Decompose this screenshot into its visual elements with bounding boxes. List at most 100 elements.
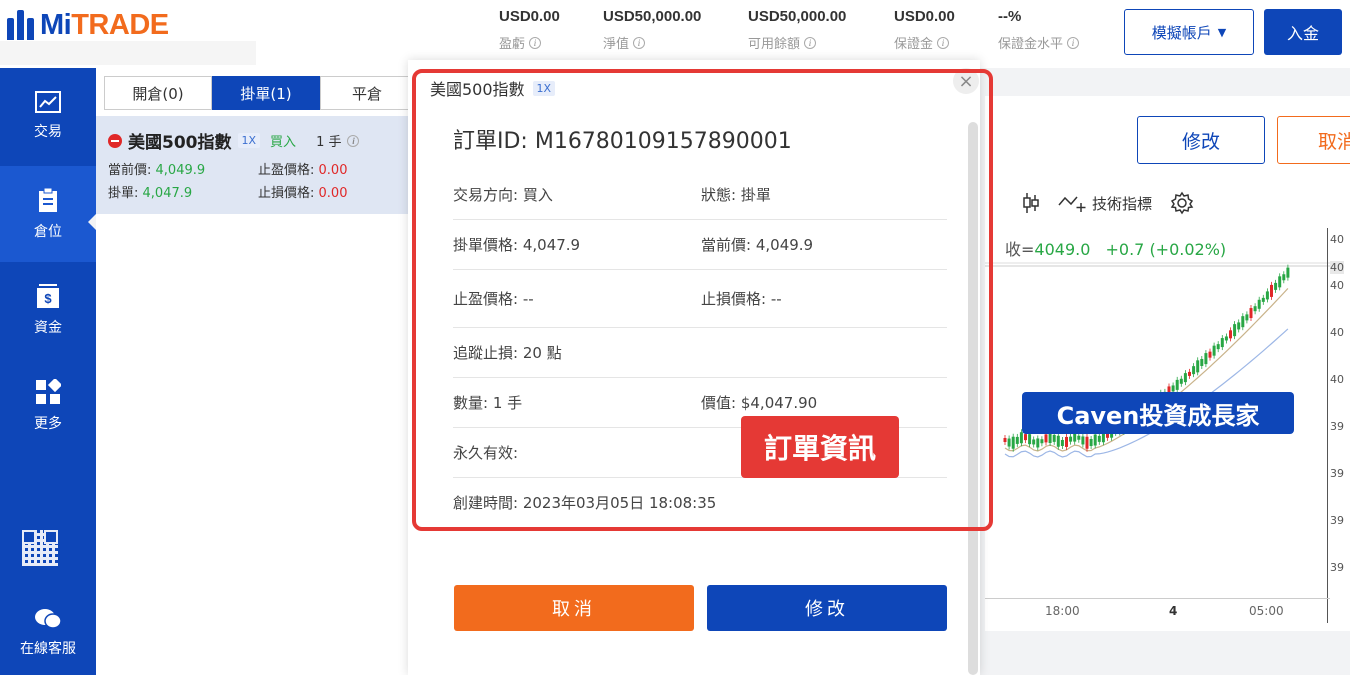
sidebar-item-positions[interactable]: 倉位 [0,166,96,262]
gear-icon[interactable] [1170,191,1194,215]
stat-equity: USD50,000.00 淨值 i [603,8,701,52]
price-tick: 40 [1330,373,1344,386]
price-axis-line [1327,228,1328,623]
sidebar-item-more[interactable]: 更多 [0,358,96,454]
order-pending-price: 掛單: 4,047.9 [108,182,192,201]
current-price-value: 4,049.9 [155,163,206,178]
stat-margin-level-label: 保證金水平 [998,36,1064,51]
order-title: 美國500指數 1X 買入 1 手 i [108,128,360,153]
close-icon[interactable]: × [953,68,979,94]
modal-scrollbar[interactable] [968,122,978,675]
detail-current-price: 當前價: 4,049.9 [701,236,814,254]
tab-closed[interactable]: 平倉 [320,76,414,110]
info-icon[interactable]: i [937,36,950,49]
stat-margin-level-value: --% [998,8,1022,25]
logo-mi: Mi [40,8,72,41]
cancel-order-button[interactable]: 取消 [454,585,694,631]
stat-available: USD50,000.00 可用餘額 i [748,8,846,52]
price-tick: 39 [1330,561,1344,574]
positions-tabs: 開倉(0) 掛單(1) 平倉 [104,76,414,110]
time-tick: 05:00 [1249,604,1284,618]
take-profit-value: 0.00 [318,163,348,178]
cancel-order-button-top[interactable]: 取消 [1277,116,1350,164]
detail-row-prices: 掛單價格: 4,047.9 當前價: 4,049.9 [453,220,947,270]
order-take-profit: 止盈價格: 0.00 [258,159,347,178]
detail-status: 狀態: 掛單 [701,186,771,204]
detail-stop-loss: 止損價格: -- [701,290,782,308]
order-id: 訂單ID: M16780109157890001 [453,129,792,154]
annotation-label: 訂單資訊 [741,416,899,478]
pending-order-row[interactable]: 美國500指數 1X 買入 1 手 i 當前價: 4,049.9 止盈價格: 0… [96,116,408,214]
detail-direction: 交易方向: 買入 [453,186,553,204]
clipboard-icon [39,187,57,212]
sidebar-item-support[interactable]: 在線客服 [0,588,96,675]
sidebar-item-trade[interactable]: 交易 [0,68,96,164]
order-details-modal: 美國500指數 1X × 訂單ID: M16780109157890001 交易… [408,60,980,675]
time-axis-line [985,598,1330,599]
order-lots: 1 手 [316,135,342,150]
detail-row-tp-sl: 止盈價格: -- 止損價格: -- [453,274,947,328]
sidebar-item-funds[interactable]: $ 資金 [0,262,96,358]
stat-equity-value: USD50,000.00 [603,8,702,25]
demo-account-label: 模擬帳戶 [1151,23,1212,42]
logo-underline [0,41,256,65]
leverage-badge: 1X [237,133,261,148]
stat-pnl: USD0.00 盈虧 i [499,8,560,52]
modify-order-button[interactable]: 修改 [707,585,947,631]
info-icon[interactable]: i [633,36,646,49]
time-tick: 4 [1169,604,1178,618]
svg-text:$: $ [44,291,52,306]
stat-margin-label: 保證金 [894,36,934,51]
tab-open[interactable]: 開倉(0) [104,76,212,110]
cancel-order-icon[interactable] [108,133,122,148]
candlestick-icon[interactable] [1022,192,1040,214]
deposit-button[interactable]: 入金 [1264,9,1342,55]
tab-pending[interactable]: 掛單(1) [212,76,320,110]
detail-row-direction-status: 交易方向: 買入 狀態: 掛單 [453,170,947,220]
mitrade-logo[interactable]: MiTRADE [6,8,169,42]
stat-pnl-label: 盈虧 [499,36,526,51]
caret-down-icon: ▼ [1217,25,1227,39]
price-tick: 39 [1330,420,1344,433]
stat-pnl-value: USD0.00 [499,8,560,25]
detail-row-trailing-stop: 追蹤止損: 20 點 [453,328,947,378]
pending-price-value: 4,047.9 [142,186,193,201]
grid-icon [36,379,61,404]
detail-trailing-stop: 追蹤止損: 20 點 [453,344,562,362]
indicators-button[interactable]: 技術指標 [1058,193,1152,214]
order-stop-loss: 止損價格: 0.00 [258,182,347,201]
logo-trade: TRADE [71,8,169,41]
info-icon[interactable]: i [1067,36,1080,49]
chart-line-icon [35,91,61,113]
take-profit-label: 止盈價格: [258,163,315,178]
detail-created-time: 創建時間: 2023年03月05日 18:08:35 [453,494,717,512]
qr-code-icon[interactable] [22,530,58,566]
chat-bubbles-icon [35,609,62,629]
stat-margin-level: --% 保證金水平 i [998,8,1080,52]
order-direction: 買入 [270,135,297,150]
detail-pending-price: 掛單價格: 4,047.9 [453,236,581,254]
watermark-label: Caven投資成長家 [1022,392,1294,434]
indicators-label: 技術指標 [1092,194,1153,213]
demo-account-dropdown[interactable]: 模擬帳戶 ▼ [1124,9,1254,55]
detail-take-profit: 止盈價格: -- [453,290,534,308]
order-current-price: 當前價: 4,049.9 [108,159,205,178]
info-icon[interactable]: i [804,36,817,49]
positions-panel: 開倉(0) 掛單(1) 平倉 美國500指數 1X 買入 1 手 i 當前價: … [96,68,414,675]
stat-available-value: USD50,000.00 [748,8,847,25]
top-bar: MiTRADE USD0.00 盈虧 i USD50,000.00 淨值 i USD… [0,0,1350,68]
modify-order-button-top[interactable]: 修改 [1137,116,1265,164]
leverage-badge: 1X [532,80,556,96]
stat-margin-value: USD0.00 [894,8,955,25]
chart-toolbar: 技術指標 [1022,190,1194,216]
sidebar-item-label: 資金 [34,320,62,336]
stat-margin: USD0.00 保證金 i [894,8,955,52]
wallet-icon: $ [37,284,59,308]
price-tick-current: 40 [1330,261,1344,274]
sidebar-item-label: 交易 [34,124,62,140]
current-price-label: 當前價: [108,163,152,178]
info-icon[interactable]: i [347,134,360,147]
active-indicator [88,214,96,230]
info-icon[interactable]: i [529,36,542,49]
price-tick: 40 [1330,233,1344,246]
